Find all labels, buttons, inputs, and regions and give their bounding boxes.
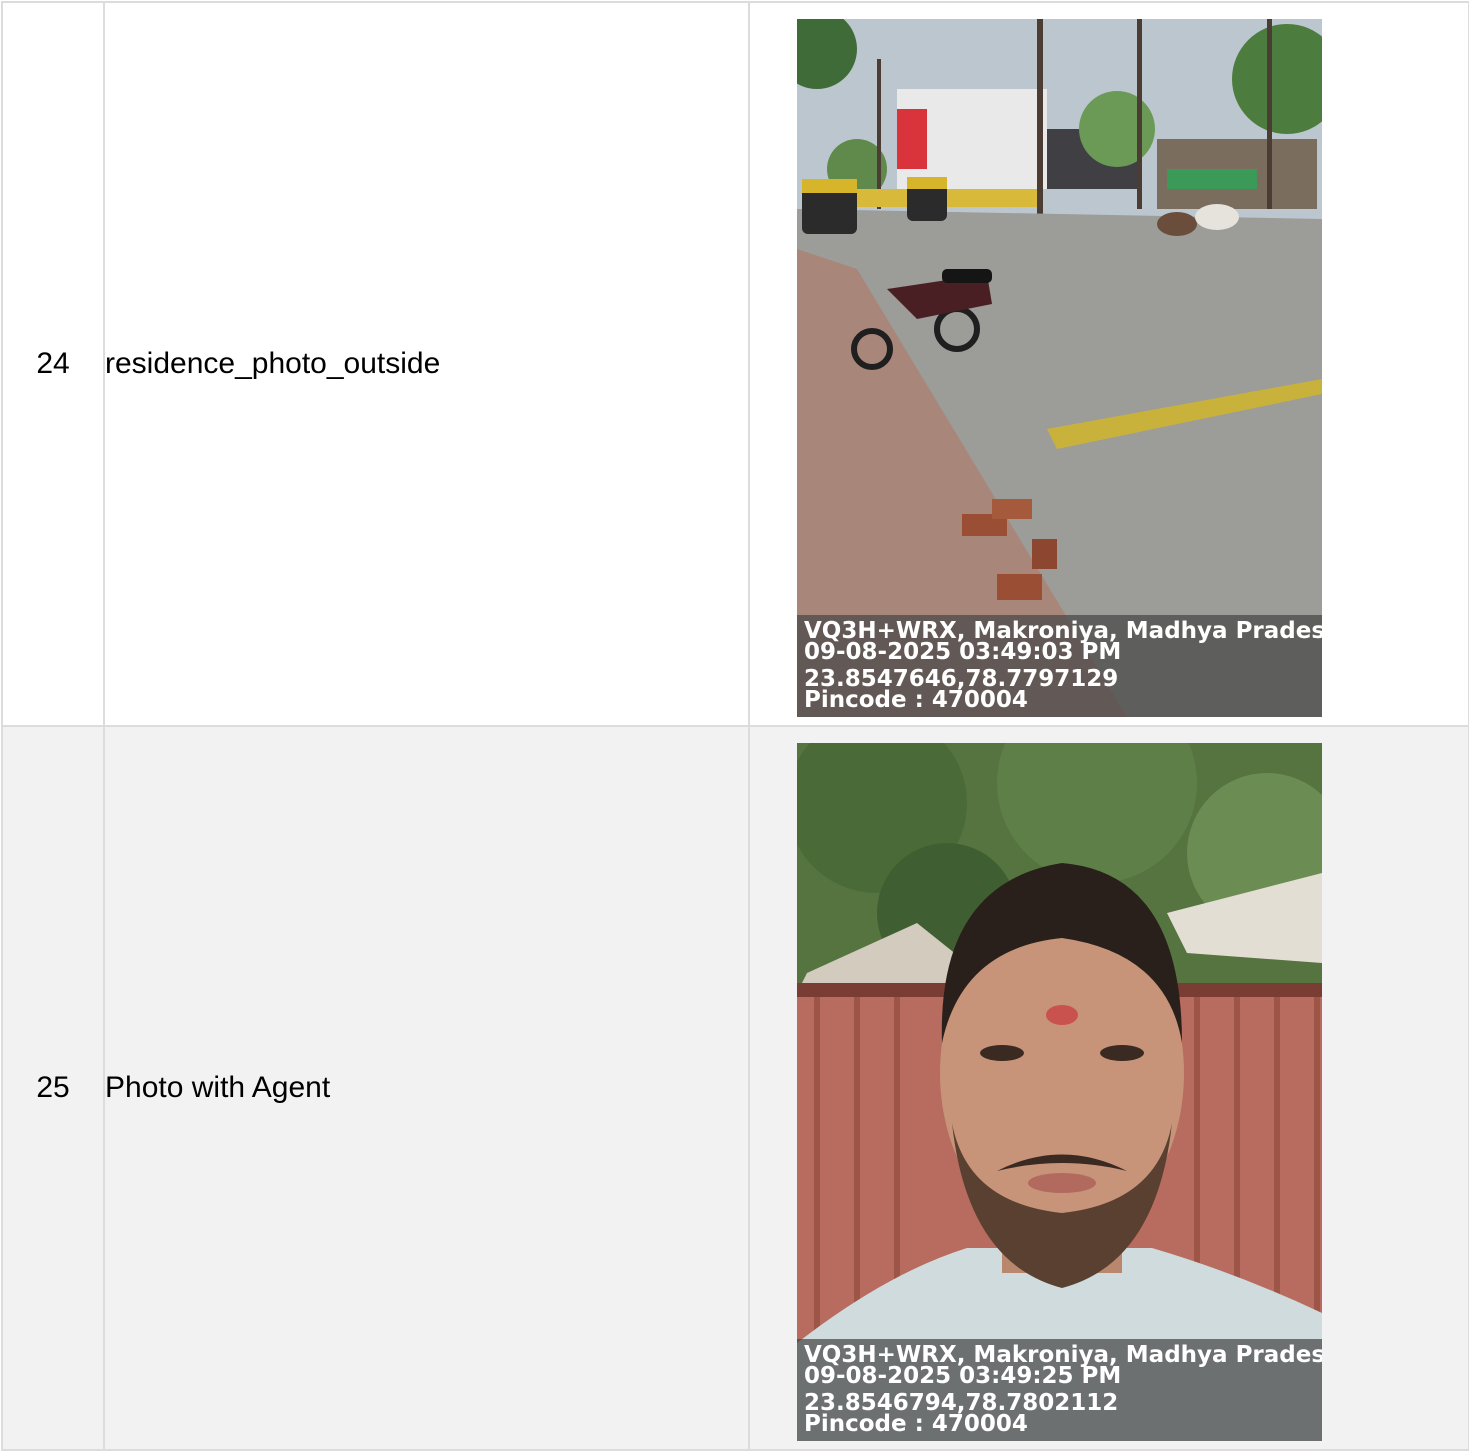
table-row: 25 Photo with Agent VQ3H+WRX, Makroniya,… [1,725,1469,1451]
stamp-datetime: 09-08-2025 03:49:03 PM [804,639,1122,665]
stamp-pincode: Pincode : 470004 [804,1411,1028,1437]
geo-stamp: VQ3H+WRX, Makroniya, Madhya Pradesh 47 0… [797,615,1322,717]
table-row: 24 residence_photo_outside VQ3H+WRX, Mak… [1,1,1469,727]
stamp-datetime: 09-08-2025 03:49:25 PM [804,1363,1122,1389]
photo-table: 24 residence_photo_outside VQ3H+WRX, Mak… [1,1,1469,1451]
residence-photo[interactable]: VQ3H+WRX, Makroniya, Madhya Pradesh 47 0… [797,19,1322,717]
geo-stamp: VQ3H+WRX, Makroniya, Madhya Pradesh 47 0… [797,1339,1322,1441]
photo-cell: VQ3H+WRX, Makroniya, Madhya Pradesh 47 0… [748,1,1469,727]
row-label: residence_photo_outside [103,1,750,727]
row-label: Photo with Agent [103,725,750,1451]
photo-cell: VQ3H+WRX, Makroniya, Madhya Pradesh 47 0… [748,725,1469,1451]
stamp-pincode: Pincode : 470004 [804,687,1028,713]
row-index: 24 [1,1,105,727]
selfie-image [797,743,1322,1441]
street-scene-image [797,19,1322,717]
agent-photo[interactable]: VQ3H+WRX, Makroniya, Madhya Pradesh 47 0… [797,743,1322,1441]
row-index: 25 [1,725,105,1451]
